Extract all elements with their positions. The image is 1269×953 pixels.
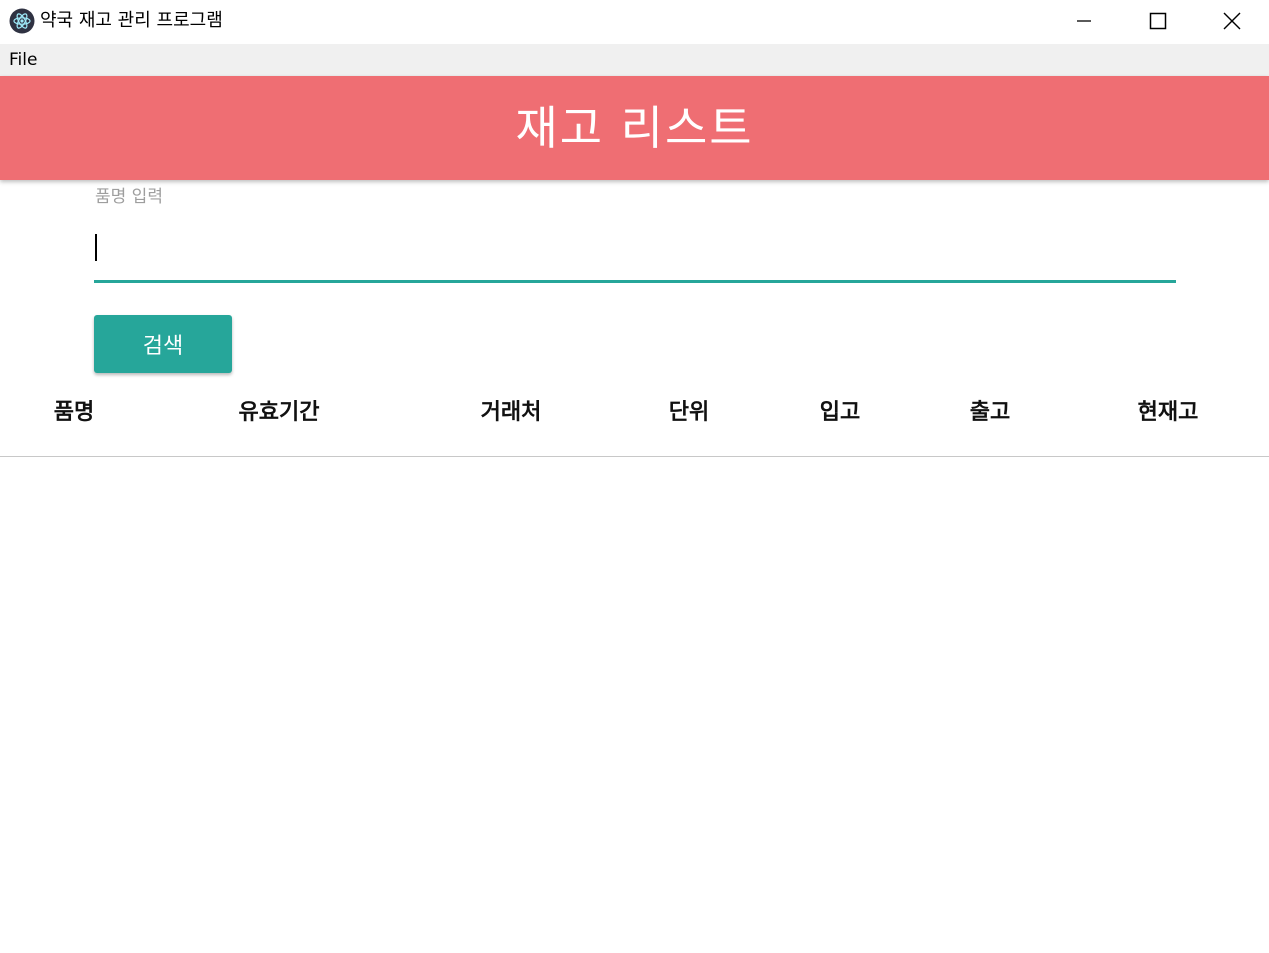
search-button[interactable]: 검색 — [94, 315, 232, 373]
header-banner: 재고 리스트 — [0, 76, 1269, 180]
column-header-stock-out[interactable]: 출고 — [970, 398, 1010, 428]
minimize-button[interactable] — [1047, 0, 1121, 42]
menu-file[interactable]: File — [9, 49, 37, 71]
column-header-unit[interactable]: 단위 — [669, 398, 709, 428]
electron-atom-icon — [9, 8, 35, 34]
window-title: 약국 재고 관리 프로그램 — [40, 10, 223, 31]
column-header-supplier[interactable]: 거래처 — [481, 398, 542, 428]
table-header: 품명 유효기간 거래처 단위 입고 출고 현재고 — [0, 388, 1269, 457]
column-header-stock-in[interactable]: 입고 — [820, 398, 860, 428]
minimize-icon — [1077, 20, 1091, 22]
text-caret — [95, 234, 97, 261]
title-bar: 약국 재고 관리 프로그램 — [0, 0, 1269, 44]
maximize-button[interactable] — [1121, 0, 1195, 42]
menu-bar: File — [0, 44, 1269, 76]
table-body — [0, 457, 1269, 953]
close-icon — [1223, 12, 1241, 30]
search-input-label: 품명 입력 — [95, 187, 163, 207]
maximize-icon — [1149, 12, 1167, 30]
column-header-product-name[interactable]: 품명 — [54, 398, 94, 428]
column-header-current-stock[interactable]: 현재고 — [1138, 398, 1199, 428]
column-header-expiry-date[interactable]: 유효기간 — [239, 398, 320, 428]
page-title: 재고 리스트 — [515, 101, 754, 155]
close-button[interactable] — [1195, 0, 1269, 42]
search-input[interactable] — [94, 224, 1176, 283]
